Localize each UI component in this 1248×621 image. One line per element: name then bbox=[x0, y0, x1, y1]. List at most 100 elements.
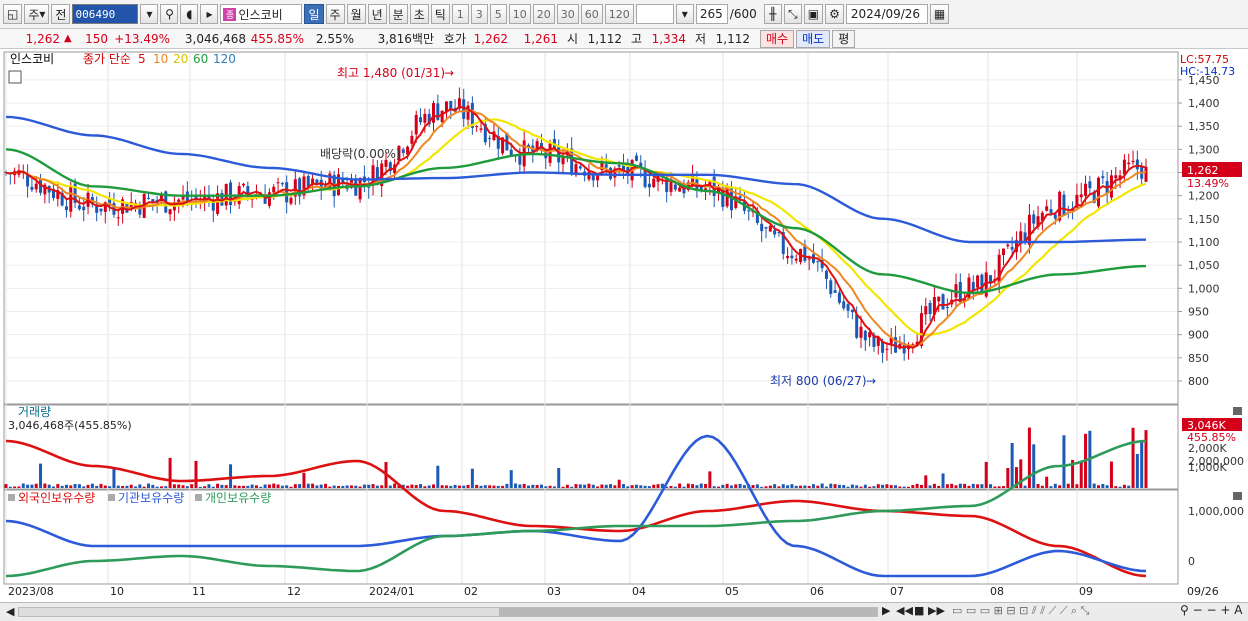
volume-bar bbox=[121, 486, 125, 488]
candle-body bbox=[1032, 214, 1036, 224]
stock-name-box[interactable]: 종 인스코비 bbox=[220, 4, 303, 24]
eval-button[interactable]: 평 bbox=[832, 29, 856, 48]
stop-icon[interactable]: ■ bbox=[914, 604, 924, 617]
date-input[interactable]: 2024/09/26 bbox=[845, 4, 928, 24]
volume-bar bbox=[259, 486, 263, 488]
volume-bar bbox=[233, 485, 237, 488]
volume-bar bbox=[423, 486, 427, 488]
forward-icon[interactable]: ▶▶ bbox=[928, 604, 945, 617]
volume-bar bbox=[436, 465, 440, 488]
candle-body bbox=[1127, 162, 1131, 165]
volume-bar bbox=[86, 484, 90, 488]
volume-bar bbox=[34, 483, 38, 488]
volume-bar bbox=[224, 485, 228, 488]
speaker-icon[interactable]: ◖ bbox=[180, 4, 199, 24]
candle-body bbox=[859, 326, 863, 338]
volume-bar bbox=[69, 485, 73, 488]
stock-nav-icon[interactable]: ▸ bbox=[200, 4, 219, 24]
holding-close-icon[interactable] bbox=[1233, 492, 1242, 500]
period-week[interactable]: 주 bbox=[325, 4, 345, 24]
candle-body bbox=[837, 292, 841, 303]
volume-bar bbox=[1049, 486, 1053, 488]
period-tick[interactable]: 틱 bbox=[430, 4, 450, 24]
candle-body bbox=[591, 174, 595, 181]
period-day[interactable]: 일 bbox=[304, 4, 324, 24]
x-tick-label: 10 bbox=[110, 585, 124, 598]
market-select[interactable]: 주 ▾ bbox=[24, 4, 50, 24]
gear-icon[interactable]: ⚙ bbox=[825, 4, 844, 24]
interval-60[interactable]: 60 bbox=[580, 4, 603, 24]
volume-bar bbox=[380, 485, 384, 488]
interval-20[interactable]: 20 bbox=[532, 4, 555, 24]
period-year[interactable]: 년 bbox=[367, 4, 387, 24]
volume-bar bbox=[1079, 461, 1083, 488]
candle-icon[interactable]: ╫ bbox=[763, 4, 782, 24]
buy-button[interactable]: 매수 bbox=[760, 29, 795, 48]
volume-bar bbox=[907, 486, 910, 488]
interval-3[interactable]: 3 bbox=[470, 4, 488, 24]
rewind-icon[interactable]: ◀◀ bbox=[896, 604, 913, 617]
volume-close-icon[interactable] bbox=[1233, 407, 1242, 415]
volume-bar bbox=[354, 485, 358, 488]
volume-bar bbox=[708, 471, 712, 488]
period-month[interactable]: 월 bbox=[346, 4, 366, 24]
volume-bar bbox=[565, 484, 569, 488]
period-second[interactable]: 초 bbox=[409, 4, 429, 24]
volume-bar bbox=[1006, 468, 1010, 488]
calendar-icon[interactable]: ▦ bbox=[929, 4, 950, 24]
interval-dropdown-icon[interactable]: ▾ bbox=[675, 4, 694, 24]
candle-body bbox=[760, 223, 764, 232]
interval-custom-input[interactable] bbox=[635, 4, 674, 24]
high-arrow-icon: → bbox=[444, 66, 454, 80]
volume-bar bbox=[142, 486, 146, 488]
zoom-tools-icon[interactable]: ⚲ − − + A bbox=[1180, 603, 1242, 617]
price-tick-label: 1,100 bbox=[1188, 236, 1220, 249]
period-minute[interactable]: 분 bbox=[388, 4, 408, 24]
search-icon[interactable]: ⚲ bbox=[160, 4, 179, 24]
drawing-tools-icon[interactable]: ▭ ▭ ▭ ⊞ ⊟ ⊡ ⫽ ⫽ ⟋ ⟋ ⌕ ⤡ bbox=[952, 604, 1089, 618]
count-input[interactable]: 265 bbox=[695, 4, 728, 24]
stock-chart[interactable]: 1,4501,4001,3501,3001,2501,2001,1501,100… bbox=[0, 50, 1248, 602]
low-price: 1,112 bbox=[715, 31, 750, 46]
volume-bar bbox=[1036, 483, 1040, 488]
interval-30[interactable]: 30 bbox=[556, 4, 579, 24]
scroll-left-icon[interactable]: ◀ bbox=[6, 605, 14, 618]
volume-bar bbox=[362, 484, 366, 488]
volume-bar bbox=[794, 485, 798, 488]
scroll-right-icon[interactable]: ▶ bbox=[882, 604, 890, 617]
scale-icon[interactable]: ⤡ bbox=[783, 4, 802, 24]
candle-body bbox=[773, 230, 777, 235]
volume-bar bbox=[717, 486, 720, 488]
volume-bar bbox=[799, 485, 803, 488]
sell-button[interactable]: 매도 bbox=[796, 29, 831, 48]
candle-body bbox=[673, 184, 677, 190]
volume-bar bbox=[26, 484, 30, 488]
interval-10[interactable]: 10 bbox=[508, 4, 531, 24]
current-price-tag-text: 1,262 bbox=[1187, 164, 1219, 177]
volume-bar bbox=[583, 484, 587, 488]
interval-120[interactable]: 120 bbox=[604, 4, 634, 24]
window-icon[interactable]: ◱ bbox=[3, 4, 23, 24]
prev-button[interactable]: 전 bbox=[51, 4, 71, 24]
volume-bar bbox=[315, 485, 319, 488]
volume-bar bbox=[332, 485, 336, 488]
horizontal-scrollbar[interactable] bbox=[18, 607, 878, 617]
volume-panel-frame bbox=[3, 404, 1179, 490]
scrollbar-thumb[interactable] bbox=[499, 608, 877, 616]
price-tick-label: 1,400 bbox=[1188, 97, 1220, 110]
volume-bar bbox=[859, 486, 863, 488]
interval-5[interactable]: 5 bbox=[489, 4, 507, 24]
candle-body bbox=[82, 206, 86, 211]
interval-1[interactable]: 1 bbox=[451, 4, 469, 24]
stock-code-input[interactable]: 006490 bbox=[72, 4, 139, 24]
candle-body bbox=[1027, 214, 1031, 245]
volume-bar bbox=[522, 483, 526, 488]
volume-bar bbox=[1122, 484, 1126, 488]
volume-bar bbox=[539, 484, 543, 488]
table-icon[interactable] bbox=[8, 70, 22, 84]
code-dropdown-icon[interactable]: ▾ bbox=[140, 4, 159, 24]
price-change: 150 bbox=[85, 31, 108, 46]
candle-body bbox=[561, 157, 565, 165]
volume-bar bbox=[185, 486, 189, 488]
save-icon[interactable]: ▣ bbox=[803, 4, 824, 24]
